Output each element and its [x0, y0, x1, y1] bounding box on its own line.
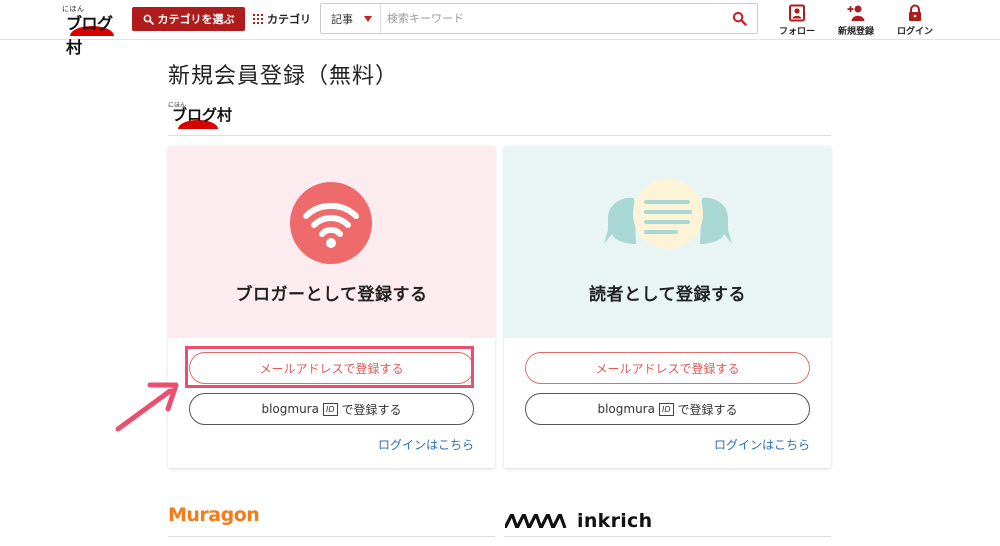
id-suffix: で登録する [677, 402, 738, 417]
follow-label: フォロー [778, 27, 815, 37]
id-badge: ID [322, 402, 338, 416]
search-icon[interactable] [732, 11, 747, 26]
blogger-hero: ブロガーとして登録する [168, 146, 495, 338]
reader-email-register-button[interactable]: メールアドレスで登録する [525, 352, 810, 384]
lock-icon [909, 4, 921, 21]
site-logo[interactable]: にほん ブログ村 [62, 4, 126, 57]
search-input[interactable] [387, 8, 717, 29]
category-select-button[interactable]: カテゴリを選ぶ [132, 7, 245, 31]
reader-login-link[interactable]: ログインはこちら [714, 436, 810, 453]
login-label: ログイン [896, 27, 933, 37]
blogger-card-title: ブロガーとして登録する [235, 285, 428, 305]
page-title: 新規会員登録（無料） [168, 64, 399, 89]
chat-bubbles-icon [604, 179, 732, 249]
id-prefix: blogmura [261, 402, 319, 416]
reader-id-register-button[interactable]: blogmura ID で登録する [525, 393, 810, 425]
inkrich-divider [504, 536, 831, 537]
muragon-logo[interactable]: Muragon [168, 504, 260, 526]
blogmura-brand-logo: にほん ブログ村 [168, 100, 240, 130]
search-bar: 記事 [320, 3, 758, 34]
reader-card-title: 読者として登録する [589, 285, 746, 305]
register-label: 新規登録 [837, 27, 874, 37]
id-badge: ID [658, 402, 674, 416]
follow-button[interactable]: フォロー [772, 4, 822, 38]
category-link[interactable]: カテゴリ [253, 11, 311, 27]
id-prefix: blogmura [597, 402, 655, 416]
reader-register-card: 読者として登録する メールアドレスで登録する blogmura ID で登録する… [504, 146, 831, 468]
login-button[interactable]: ログイン [890, 4, 940, 38]
site-header: にほん ブログ村 カテゴリを選ぶ カテゴリ 記事 フォロー 新規登録 ログイン [0, 0, 1000, 57]
inkrich-label: inkrich [577, 510, 653, 532]
wifi-icon [290, 182, 372, 264]
inkrich-mark-icon [505, 514, 567, 528]
reader-hero: 読者として登録する [504, 146, 831, 338]
follow-icon [789, 4, 805, 22]
grid-icon [253, 14, 263, 24]
blogger-login-link[interactable]: ログインはこちら [378, 436, 474, 453]
register-button[interactable]: 新規登録 [831, 4, 881, 38]
category-select-label: カテゴリを選ぶ [157, 13, 235, 26]
pointer-arrow-icon [115, 382, 179, 432]
id-suffix: で登録する [341, 402, 402, 417]
brand-main-text: ブログ村 [172, 106, 233, 124]
section-divider [168, 135, 831, 136]
search-type-value: 記事 [331, 12, 353, 26]
category-link-label: カテゴリ [267, 13, 311, 26]
blogger-register-card: ブロガーとして登録する メールアドレスで登録する blogmura ID で登録… [168, 146, 495, 468]
add-user-icon [847, 5, 865, 21]
caret-down-icon [364, 16, 372, 22]
logo-main-text: ブログ村 [66, 14, 113, 57]
muragon-divider [168, 536, 495, 537]
search-type-select[interactable]: 記事 [321, 4, 381, 33]
inkrich-logo[interactable]: inkrich [505, 510, 652, 532]
blogger-id-register-button[interactable]: blogmura ID で登録する [189, 393, 474, 425]
highlight-box [185, 346, 474, 388]
search-icon [143, 14, 154, 25]
